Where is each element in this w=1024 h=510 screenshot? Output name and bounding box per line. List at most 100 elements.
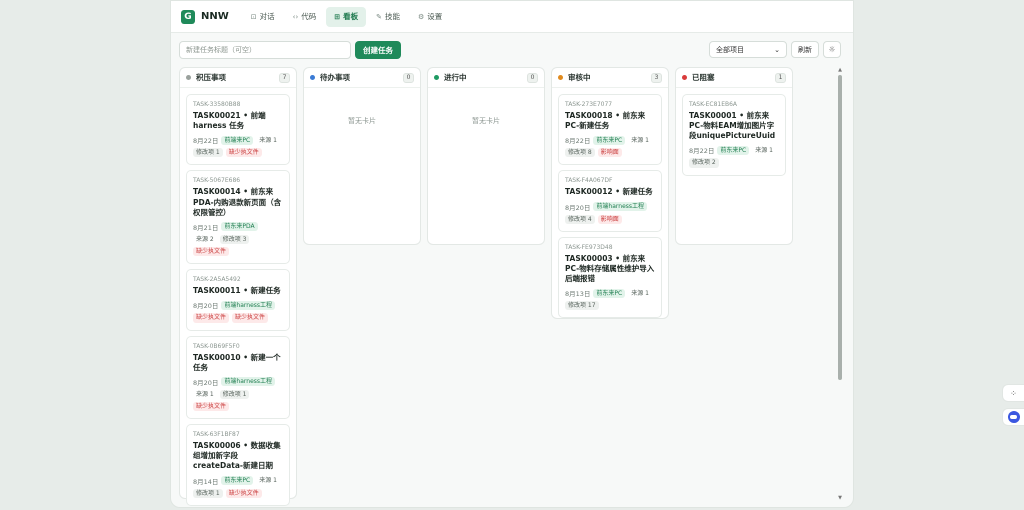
board-scrollbar[interactable]: ▲ ▼ <box>837 67 843 503</box>
task-meta: 8月22日 前东来PC 来源 1 修改项 2 <box>689 145 779 168</box>
tab-label: 看板 <box>343 12 359 21</box>
task-card[interactable]: TASK-0B69F5F0 TASK00010 • 新建一个任务 8月20日 前端ha… <box>186 335 290 420</box>
task-tag: 修改项 17 <box>565 301 599 311</box>
task-tag: 来源 1 <box>259 136 277 144</box>
column-header: 积压事项 7 <box>180 68 296 88</box>
toolbar-right: 全部项目 ⌄ 刷新 ☼ <box>709 41 841 58</box>
task-card[interactable]: TASK-F4A067DF TASK00012 • 新建任务 8月20日 前端harn… <box>558 170 662 232</box>
task-tag: 缺少执文件 <box>232 313 269 323</box>
task-date: 8月22日 <box>689 147 715 156</box>
status-dot-icon <box>558 75 563 80</box>
refresh-button[interactable]: 刷新 <box>791 41 819 58</box>
task-card[interactable]: TASK-FE973D48 TASK00003 • 前东来PC-物料存储属性维护导… <box>558 236 662 319</box>
scroll-thumb[interactable] <box>838 75 842 380</box>
task-title: TASK00001 • 前东来PC-物料EAM增加图片字段uniquePictu… <box>689 111 776 141</box>
project-filter-select[interactable]: 全部项目 ⌄ <box>709 41 787 58</box>
task-tag: 前东来PDA <box>221 222 258 232</box>
task-tag: 来源 1 <box>631 136 649 144</box>
column-count-badge: 0 <box>403 72 414 83</box>
task-tag: 修改项 3 <box>219 234 250 244</box>
tab-label: 对话 <box>259 12 275 21</box>
task-card[interactable]: TASK-EC81EB6A TASK00001 • 前东来PC-物料EAM增加图片… <box>682 94 786 176</box>
task-meta: 8月14日 前东来PC 来源 1 修改项 1 缺少执文件 <box>193 475 283 498</box>
task-tag: 前端harness工程 <box>221 377 276 387</box>
task-title: TASK00006 • 数据收集组增加新字段createData-新建日期 <box>193 441 281 471</box>
kanban-column: 积压事项 7 TASK-33580B88 TASK00021 • 前端harness … <box>179 67 297 506</box>
task-card[interactable]: TASK-33580B88 TASK00021 • 前端harness 任务 8月2… <box>186 94 290 166</box>
board-toolbar: 创建任务 全部项目 ⌄ 刷新 ☼ <box>171 33 853 67</box>
task-meta: 8月22日 前端来PC 来源 1 修改项 1 缺少执文件 <box>193 135 283 158</box>
task-title: TASK00018 • 前东来PC-新建任务 <box>565 111 646 131</box>
task-tag: 前端harness工程 <box>593 201 648 212</box>
task-tag: 影响面 <box>597 148 622 158</box>
task-card[interactable]: TASK-273E7077 TASK00018 • 前东来PC-新建任务 8月22日… <box>558 94 662 166</box>
task-date: 8月20日 <box>565 203 591 212</box>
kanban-board: 积压事项 7 TASK-33580B88 TASK00021 • 前端harness … <box>179 67 831 506</box>
task-tag: 来源 1 <box>631 289 649 297</box>
task-date: 8月21日 <box>193 223 219 232</box>
task-tag: 修改项 1 <box>193 488 223 498</box>
task-id: TASK-63F1BF87 <box>193 431 240 439</box>
column-title: 审核中 <box>568 73 591 82</box>
create-task-button[interactable]: 创建任务 <box>355 41 401 59</box>
task-title: TASK00021 • 前端harness 任务 <box>193 111 266 131</box>
task-tag: 修改项 2 <box>689 158 719 168</box>
tab-chat[interactable]: ⊡ 对话 <box>243 7 283 27</box>
board-icon: ⊞ <box>334 12 341 21</box>
status-dot-icon <box>682 75 687 80</box>
chat-icon: ⊡ <box>250 12 257 21</box>
column-count-badge: 0 <box>527 72 538 83</box>
tab-label: 技能 <box>385 12 401 21</box>
task-card[interactable]: TASK-5067E686 TASK00014 • 前东来PDA-内购退款新页面（… <box>186 170 290 265</box>
scroll-down-icon[interactable]: ▼ <box>837 495 843 503</box>
column-header: 进行中 0 <box>428 68 544 88</box>
theme-toggle-button[interactable]: ☼ <box>823 41 841 58</box>
task-title: TASK00011 • 新建任务 <box>193 286 281 296</box>
task-id: TASK-EC81EB6A <box>689 101 738 108</box>
task-tag: 前东来PC <box>593 288 626 298</box>
task-tag: 修改项 4 <box>565 214 595 224</box>
task-tag: 影响面 <box>597 214 622 224</box>
tab-code[interactable]: ‹› 代码 <box>285 7 325 27</box>
code-icon: ‹› <box>292 12 299 21</box>
column-card-list: TASK-EC81EB6A TASK00001 • 前东来PC-物料EAM增加图片… <box>676 88 792 176</box>
task-card[interactable]: TASK-2A5A5492 TASK00011 • 新建任务 8月20日 前端harn… <box>186 269 290 331</box>
empty-column-text: 暂无卡片 <box>472 117 500 125</box>
task-tag: 修改项 8 <box>565 148 595 158</box>
column-title: 已阻塞 <box>692 73 715 82</box>
task-tag: 缺少执文件 <box>225 488 262 498</box>
project-filter-value: 全部项目 <box>716 45 744 54</box>
task-id: TASK-5067E686 <box>193 177 241 185</box>
task-card[interactable]: TASK-63F1BF87 TASK00006 • 数据收集组增加新字段creat… <box>186 424 290 506</box>
task-date: 8月20日 <box>193 378 219 387</box>
tab-skills[interactable]: ✎ 技能 <box>368 7 408 27</box>
task-meta: 8月20日 前端harness工程 缺少执文件 缺少执文件 <box>193 300 283 323</box>
app-logo-icon: G <box>181 9 195 24</box>
column-header: 待办事项 0 <box>304 68 420 88</box>
task-tag: 修改项 1 <box>219 389 250 399</box>
column-card-list: TASK-33580B88 TASK00021 • 前端harness 任务 8月2… <box>180 88 296 506</box>
task-title: TASK00010 • 新建一个任务 <box>193 352 281 372</box>
task-tag: 来源 1 <box>196 390 214 398</box>
task-date: 8月13日 <box>565 290 591 299</box>
task-id: TASK-33580B88 <box>193 101 241 108</box>
task-title: TASK00003 • 前东来PC-物料存储属性维护导入后端报错 <box>565 253 655 283</box>
tab-settings[interactable]: ⚙ 设置 <box>410 7 450 27</box>
assistant-float-button[interactable] <box>1002 408 1024 426</box>
task-tag: 缺少执文件 <box>193 313 230 323</box>
scroll-up-icon[interactable]: ▲ <box>837 67 843 75</box>
column-count-badge: 7 <box>279 72 290 83</box>
grid-float-button[interactable]: ⁘ <box>1002 384 1024 402</box>
kanban-column: 待办事项 0 暂无卡片 <box>303 67 421 245</box>
kanban-column: 进行中 0 暂无卡片 <box>427 67 545 245</box>
kanban-column: 审核中 3 TASK-273E7077 TASK00018 • 前东来PC-新建任务 8… <box>551 67 669 319</box>
task-id: TASK-F4A067DF <box>565 177 613 185</box>
column-title: 积压事项 <box>196 73 226 82</box>
top-nav-bar: G NNW ⊡ 对话 ‹› 代码 ⊞ 看板 ✎ 技能 ⚙ 设置 <box>171 1 853 33</box>
task-date: 8月14日 <box>193 477 219 486</box>
task-id: TASK-FE973D48 <box>565 243 613 251</box>
tab-board[interactable]: ⊞ 看板 <box>326 6 367 27</box>
task-title-input[interactable] <box>179 41 351 59</box>
task-tag: 前东来PC <box>221 475 254 486</box>
task-tag: 前东来PC <box>593 135 626 145</box>
